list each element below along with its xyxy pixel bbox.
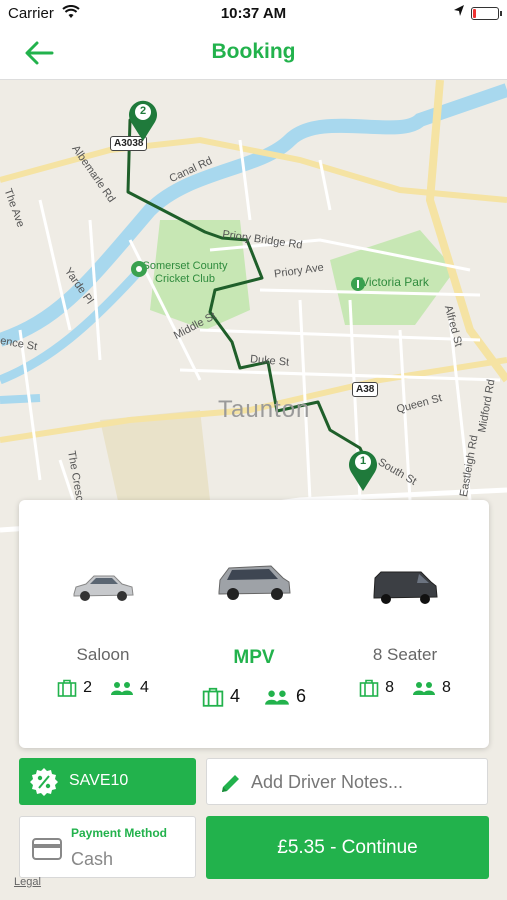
- passenger-stat: 4: [110, 679, 149, 697]
- tree-pin-icon: [351, 277, 365, 291]
- vehicle-name: MPV: [233, 647, 275, 668]
- luggage-count: 2: [83, 679, 92, 696]
- luggage-icon: [57, 679, 77, 697]
- location-arrow-icon: [453, 4, 465, 22]
- map-pin-icon: [129, 100, 157, 141]
- vehicle-capacity: 2 4: [25, 679, 181, 697]
- legal-link[interactable]: Legal: [14, 876, 41, 888]
- vehicle-option-saloon[interactable]: Saloon 2 4: [25, 500, 181, 748]
- continue-button[interactable]: £5.35 - Continue: [206, 816, 489, 879]
- pickup-marker-number: 1: [359, 455, 367, 467]
- poi-cricket-club: Somerset County Cricket Club: [130, 260, 240, 286]
- promo-code-button[interactable]: SAVE10: [19, 758, 196, 805]
- credit-card-icon: [32, 838, 62, 860]
- vehicle-name: Saloon: [76, 645, 130, 664]
- status-bar: Carrier 10:37 AM: [0, 0, 507, 28]
- passengers-icon: [413, 682, 435, 695]
- luggage-stat: 4: [202, 686, 240, 707]
- passenger-count: 4: [140, 679, 149, 696]
- battery-icon: [471, 7, 502, 20]
- map-pin-icon: [349, 450, 377, 491]
- driver-notes-placeholder: Add Driver Notes...: [251, 772, 404, 792]
- passengers-icon: [111, 682, 133, 695]
- dropoff-marker[interactable]: 2: [126, 96, 160, 142]
- vehicle-capacity: 4 6: [176, 686, 332, 707]
- saloon-car-icon: [73, 575, 134, 601]
- mpv-car-icon: [218, 565, 291, 600]
- vehicle-option-mpv[interactable]: MPV 4 6: [176, 500, 332, 748]
- passenger-count: 6: [296, 686, 307, 706]
- luggage-icon: [202, 687, 224, 707]
- dropoff-marker-number: 2: [139, 105, 147, 117]
- driver-notes-field[interactable]: Add Driver Notes...: [206, 758, 488, 805]
- pencil-icon: [222, 775, 239, 792]
- nav-bar: Booking: [0, 28, 507, 80]
- luggage-stat: 8: [359, 679, 394, 697]
- luggage-icon: [359, 679, 379, 697]
- luggage-count: 4: [229, 686, 240, 706]
- promo-code-label: SAVE10: [69, 772, 129, 789]
- payment-method-value: Cash: [71, 849, 114, 869]
- page-title: Booking: [211, 40, 296, 63]
- passenger-stat: 8: [412, 679, 451, 697]
- vehicle-option-8-seater[interactable]: 8 Seater 8 8: [327, 500, 483, 748]
- pickup-marker[interactable]: 1: [346, 446, 380, 492]
- payment-method-selector[interactable]: Payment Method Cash: [19, 816, 196, 878]
- poi-victoria-park: Victoria Park: [350, 276, 440, 291]
- vehicle-name: 8 Seater: [372, 645, 438, 664]
- vehicle-selector: Saloon 2 4 MPV 4 6 8 Seater 8 8: [19, 500, 489, 748]
- road-shield-a38: A38: [352, 382, 379, 397]
- luggage-count: 8: [385, 679, 394, 696]
- passenger-stat: 6: [264, 686, 306, 707]
- passenger-count: 8: [442, 679, 451, 696]
- map-town-label: Taunton: [218, 396, 311, 423]
- payment-method-label: Payment Method: [71, 826, 168, 840]
- park-pin-icon: [131, 261, 147, 277]
- luggage-stat: 2: [57, 679, 92, 697]
- vehicle-capacity: 8 8: [327, 679, 483, 697]
- clock: 10:37 AM: [220, 5, 287, 22]
- van-icon: [373, 571, 438, 604]
- passengers-icon: [265, 690, 289, 705]
- percent-badge-icon: [30, 768, 58, 796]
